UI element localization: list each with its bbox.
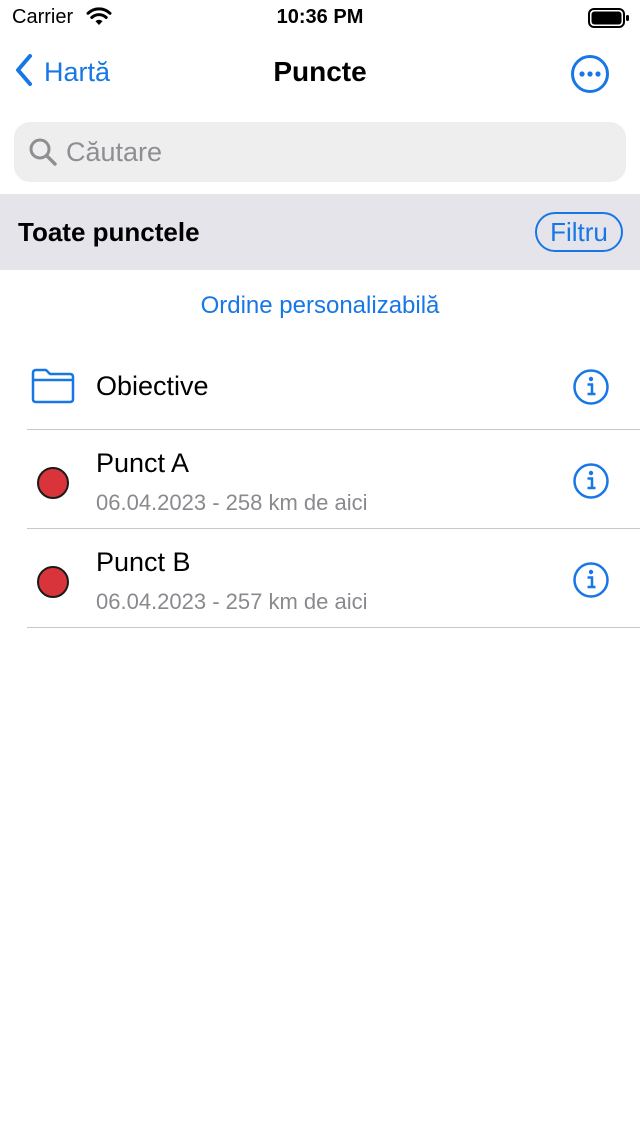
list-item-point[interactable]: Punct B 06.04.2023 - 257 km de aici [0,529,640,628]
row-divider [27,627,640,628]
point-marker-icon [37,566,69,598]
list-item-point[interactable]: Punct A 06.04.2023 - 258 km de aici [0,430,640,529]
ellipsis-circle-icon [570,55,610,98]
search-input[interactable] [66,136,586,168]
navigation-bar: Hartă Puncte [0,36,640,112]
list-item-title: Punct B [96,547,191,577]
status-bar: Carrier 10:36 PM [0,0,640,36]
list-item-subtitle: 06.04.2023 - 257 km de aici [96,589,368,614]
info-icon[interactable] [572,561,610,604]
battery-icon [588,8,630,33]
point-marker-icon [37,467,69,499]
status-time: 10:36 PM [276,6,364,28]
search-icon [28,137,58,167]
filter-button[interactable]: Filtru [535,212,623,252]
search-bar [14,122,626,182]
list-item-folder[interactable]: Obiective [0,340,640,430]
folder-icon [30,368,76,409]
custom-order-link[interactable]: Ordine personalizabilă [0,292,640,320]
list-item-subtitle: 06.04.2023 - 258 km de aici [96,490,368,515]
info-icon[interactable] [572,462,610,505]
list-item-title: Obiective [96,371,209,401]
page-title: Puncte [273,56,367,87]
list-item-title: Punct A [96,448,190,478]
info-icon[interactable] [572,368,610,411]
more-button[interactable] [570,54,610,99]
section-title: Toate punctele [18,217,200,247]
